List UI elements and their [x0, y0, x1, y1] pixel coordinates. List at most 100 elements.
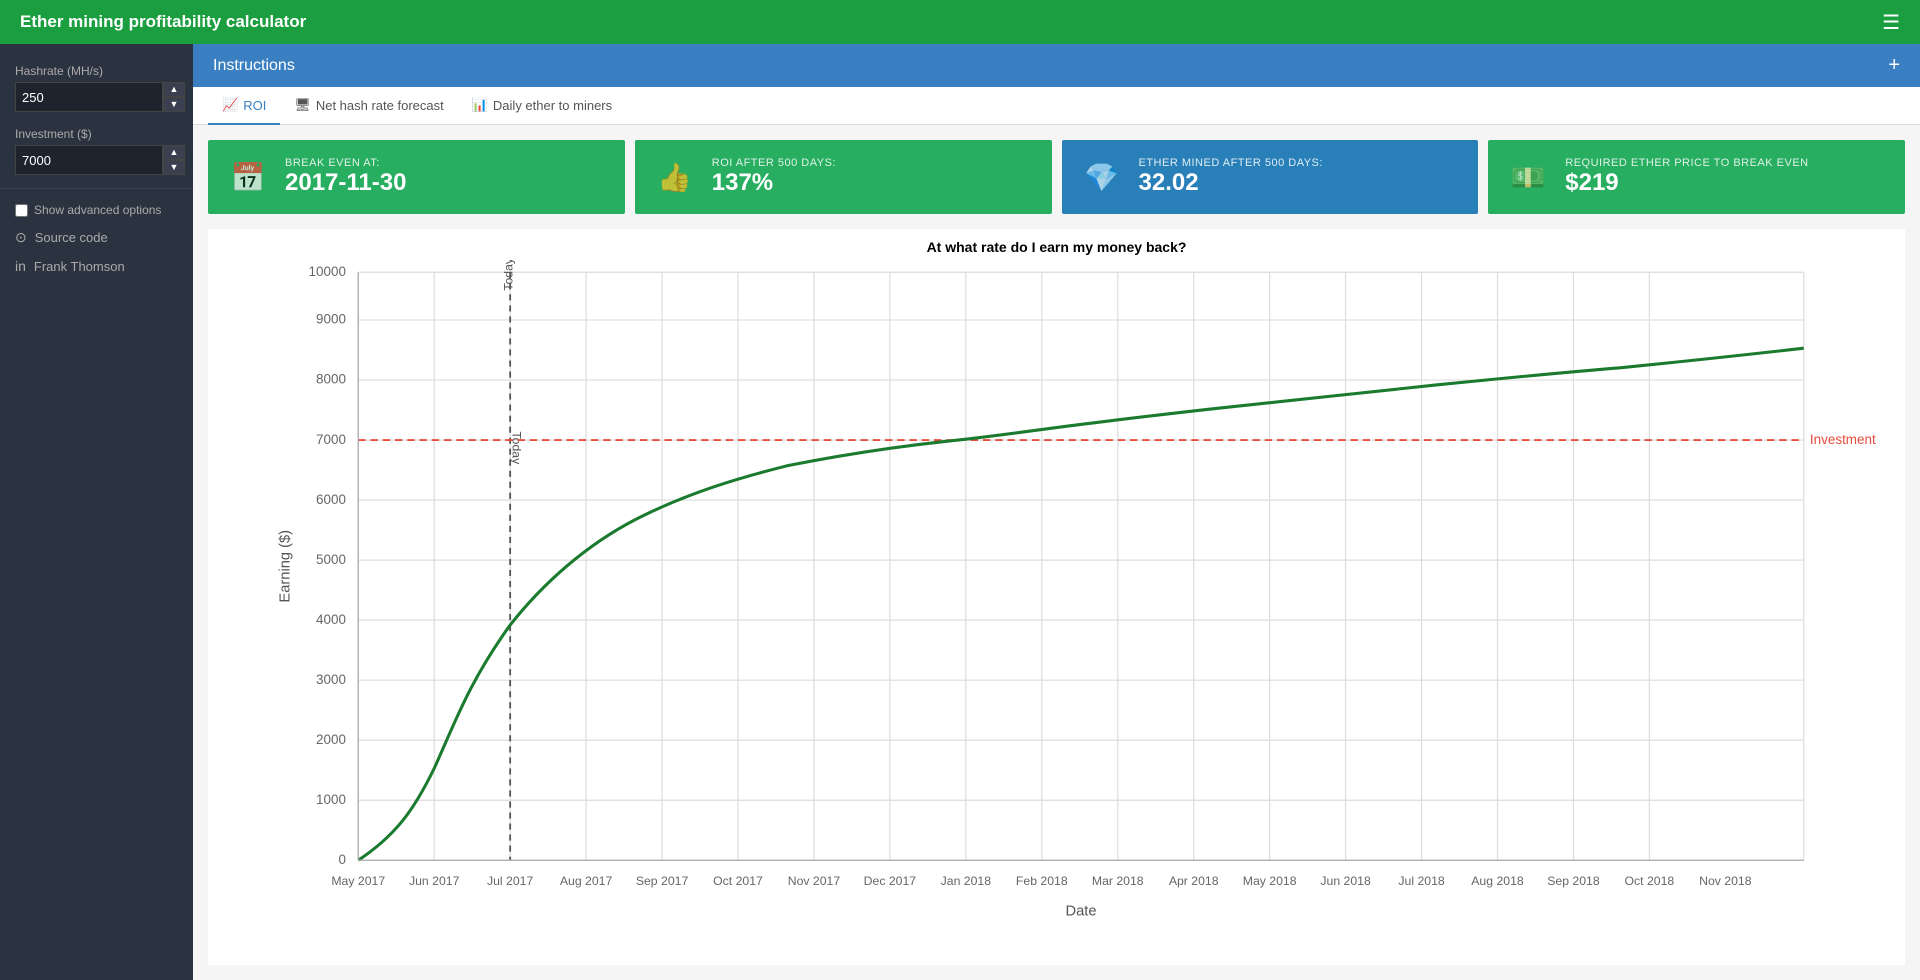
- svg-text:Sep 2017: Sep 2017: [636, 874, 689, 888]
- instructions-bar: Instructions +: [193, 44, 1920, 87]
- svg-text:Nov 2017: Nov 2017: [788, 874, 841, 888]
- stat-ether-mined-label: ETHER MINED AFTER 500 DAYS:: [1139, 157, 1323, 169]
- show-advanced-row[interactable]: Show advanced options: [0, 197, 193, 223]
- svg-text:Jun 2018: Jun 2018: [1320, 874, 1371, 888]
- svg-text:Today: Today: [509, 432, 523, 466]
- svg-text:0: 0: [339, 852, 347, 867]
- svg-text:Jan 2018: Jan 2018: [941, 874, 992, 888]
- source-code-label: Source code: [35, 230, 108, 245]
- svg-text:Earning ($): Earning ($): [278, 530, 294, 603]
- circle-icon: ⊙: [15, 229, 27, 246]
- chart-title: At what rate do I earn my money back?: [218, 239, 1895, 255]
- hashrate-section: Hashrate (MH/s) ▲ ▼: [0, 54, 193, 117]
- stat-ether-mined-value: 32.02: [1139, 169, 1323, 198]
- source-code-row[interactable]: ⊙ Source code: [0, 223, 193, 252]
- investment-increment[interactable]: ▲: [163, 145, 185, 160]
- svg-text:Oct 2018: Oct 2018: [1625, 874, 1675, 888]
- main-layout: Hashrate (MH/s) ▲ ▼ Investment ($) ▲ ▼: [0, 44, 1920, 980]
- tab-net-hash[interactable]: 🖥 Net hash rate forecast: [280, 87, 457, 125]
- author-row[interactable]: in Frank Thomson: [0, 252, 193, 280]
- svg-text:3000: 3000: [316, 672, 346, 687]
- stat-roi-label: ROI AFTER 500 DAYS:: [712, 157, 836, 169]
- investment-decrement[interactable]: ▼: [163, 160, 185, 175]
- show-advanced-label: Show advanced options: [34, 203, 161, 217]
- dollar-icon: 💵: [1503, 152, 1553, 202]
- author-label: Frank Thomson: [34, 259, 125, 274]
- stat-required-price-text: REQUIRED ETHER PRICE TO BREAK EVEN $219: [1565, 157, 1808, 198]
- svg-text:6000: 6000: [316, 492, 346, 507]
- svg-text:Today: Today: [502, 260, 516, 291]
- tabs-row: 📈 ROI 🖥 Net hash rate forecast 📊 Daily e…: [193, 87, 1920, 125]
- stat-required-price-value: $219: [1565, 169, 1808, 198]
- hashrate-spinner: ▲ ▼: [163, 82, 185, 112]
- svg-text:Feb 2018: Feb 2018: [1016, 874, 1068, 888]
- sidebar: Hashrate (MH/s) ▲ ▼ Investment ($) ▲ ▼: [0, 44, 193, 980]
- stats-row: 📅 BREAK EVEN AT: 2017-11-30 👍 ROI AFTER …: [193, 125, 1920, 229]
- roi-tab-icon: 📈: [222, 97, 238, 113]
- svg-text:Aug 2017: Aug 2017: [560, 874, 613, 888]
- svg-text:Dec 2017: Dec 2017: [864, 874, 917, 888]
- stat-required-price-label: REQUIRED ETHER PRICE TO BREAK EVEN: [1565, 157, 1808, 169]
- investment-spinner: ▲ ▼: [163, 145, 185, 175]
- tab-daily-ether[interactable]: 📊 Daily ether to miners: [458, 87, 626, 125]
- hashrate-input[interactable]: [15, 82, 163, 112]
- svg-text:Jul 2017: Jul 2017: [487, 874, 534, 888]
- investment-label: Investment ($): [15, 127, 178, 141]
- svg-text:2000: 2000: [316, 732, 346, 747]
- instructions-title: Instructions: [213, 57, 295, 75]
- svg-text:1000: 1000: [316, 792, 346, 807]
- top-navbar: Ether mining profitability calculator ☰: [0, 0, 1920, 44]
- investment-input[interactable]: [15, 145, 163, 175]
- content-area: Instructions + 📈 ROI 🖥 Net hash rate for…: [193, 44, 1920, 980]
- stat-breakeven-value: 2017-11-30: [285, 169, 406, 198]
- net-hash-tab-icon: 🖥: [294, 97, 311, 113]
- stat-roi-text: ROI AFTER 500 DAYS: 137%: [712, 157, 836, 198]
- hashrate-increment[interactable]: ▲: [163, 82, 185, 97]
- svg-text:5000: 5000: [316, 552, 346, 567]
- daily-ether-tab-icon: 📊: [472, 97, 488, 113]
- tab-roi[interactable]: 📈 ROI: [208, 87, 280, 125]
- investment-section: Investment ($) ▲ ▼: [0, 117, 193, 180]
- tab-net-hash-label: Net hash rate forecast: [316, 98, 444, 113]
- hamburger-icon[interactable]: ☰: [1882, 10, 1900, 35]
- svg-text:Aug 2018: Aug 2018: [1471, 874, 1524, 888]
- stat-required-price: 💵 REQUIRED ETHER PRICE TO BREAK EVEN $21…: [1488, 140, 1905, 214]
- svg-text:May 2018: May 2018: [1243, 874, 1297, 888]
- svg-text:Oct 2017: Oct 2017: [713, 874, 763, 888]
- svg-text:Apr 2018: Apr 2018: [1169, 874, 1219, 888]
- show-advanced-checkbox[interactable]: [15, 204, 28, 217]
- investment-input-wrapper: ▲ ▼: [15, 145, 178, 175]
- stat-breakeven: 📅 BREAK EVEN AT: 2017-11-30: [208, 140, 625, 214]
- chart-container: At what rate do I earn my money back?: [208, 229, 1905, 965]
- tab-daily-ether-label: Daily ether to miners: [493, 98, 612, 113]
- svg-text:Date: Date: [1065, 903, 1096, 919]
- stat-breakeven-label: BREAK EVEN AT:: [285, 157, 406, 169]
- linkedin-icon: in: [15, 258, 26, 274]
- svg-text:Jun 2017: Jun 2017: [409, 874, 460, 888]
- svg-text:Jul 2018: Jul 2018: [1398, 874, 1445, 888]
- instructions-expand-button[interactable]: +: [1888, 54, 1900, 77]
- svg-text:Mar 2018: Mar 2018: [1092, 874, 1144, 888]
- thumbsup-icon: 👍: [650, 152, 700, 202]
- svg-text:9000: 9000: [316, 312, 346, 327]
- hashrate-decrement[interactable]: ▼: [163, 97, 185, 112]
- stat-ether-mined-text: ETHER MINED AFTER 500 DAYS: 32.02: [1139, 157, 1323, 198]
- svg-text:Sep 2018: Sep 2018: [1547, 874, 1600, 888]
- svg-text:Investment: Investment: [1810, 432, 1876, 447]
- stat-ether-mined: 💎 ETHER MINED AFTER 500 DAYS: 32.02: [1062, 140, 1479, 214]
- svg-text:May 2017: May 2017: [331, 874, 385, 888]
- tab-roi-label: ROI: [243, 98, 266, 113]
- stat-roi-value: 137%: [712, 169, 836, 198]
- svg-text:8000: 8000: [316, 372, 346, 387]
- earnings-chart: 0 1000 2000 3000 4000 5000 6000 7000 800…: [218, 260, 1895, 946]
- svg-text:4000: 4000: [316, 612, 346, 627]
- svg-text:10000: 10000: [309, 264, 346, 279]
- diamond-icon: 💎: [1077, 152, 1127, 202]
- svg-text:7000: 7000: [316, 432, 346, 447]
- app-title: Ether mining profitability calculator: [20, 12, 1882, 32]
- svg-text:Nov 2018: Nov 2018: [1699, 874, 1752, 888]
- hashrate-input-wrapper: ▲ ▼: [15, 82, 178, 112]
- stat-breakeven-text: BREAK EVEN AT: 2017-11-30: [285, 157, 406, 198]
- calendar-icon: 📅: [223, 152, 273, 202]
- stat-roi: 👍 ROI AFTER 500 DAYS: 137%: [635, 140, 1052, 214]
